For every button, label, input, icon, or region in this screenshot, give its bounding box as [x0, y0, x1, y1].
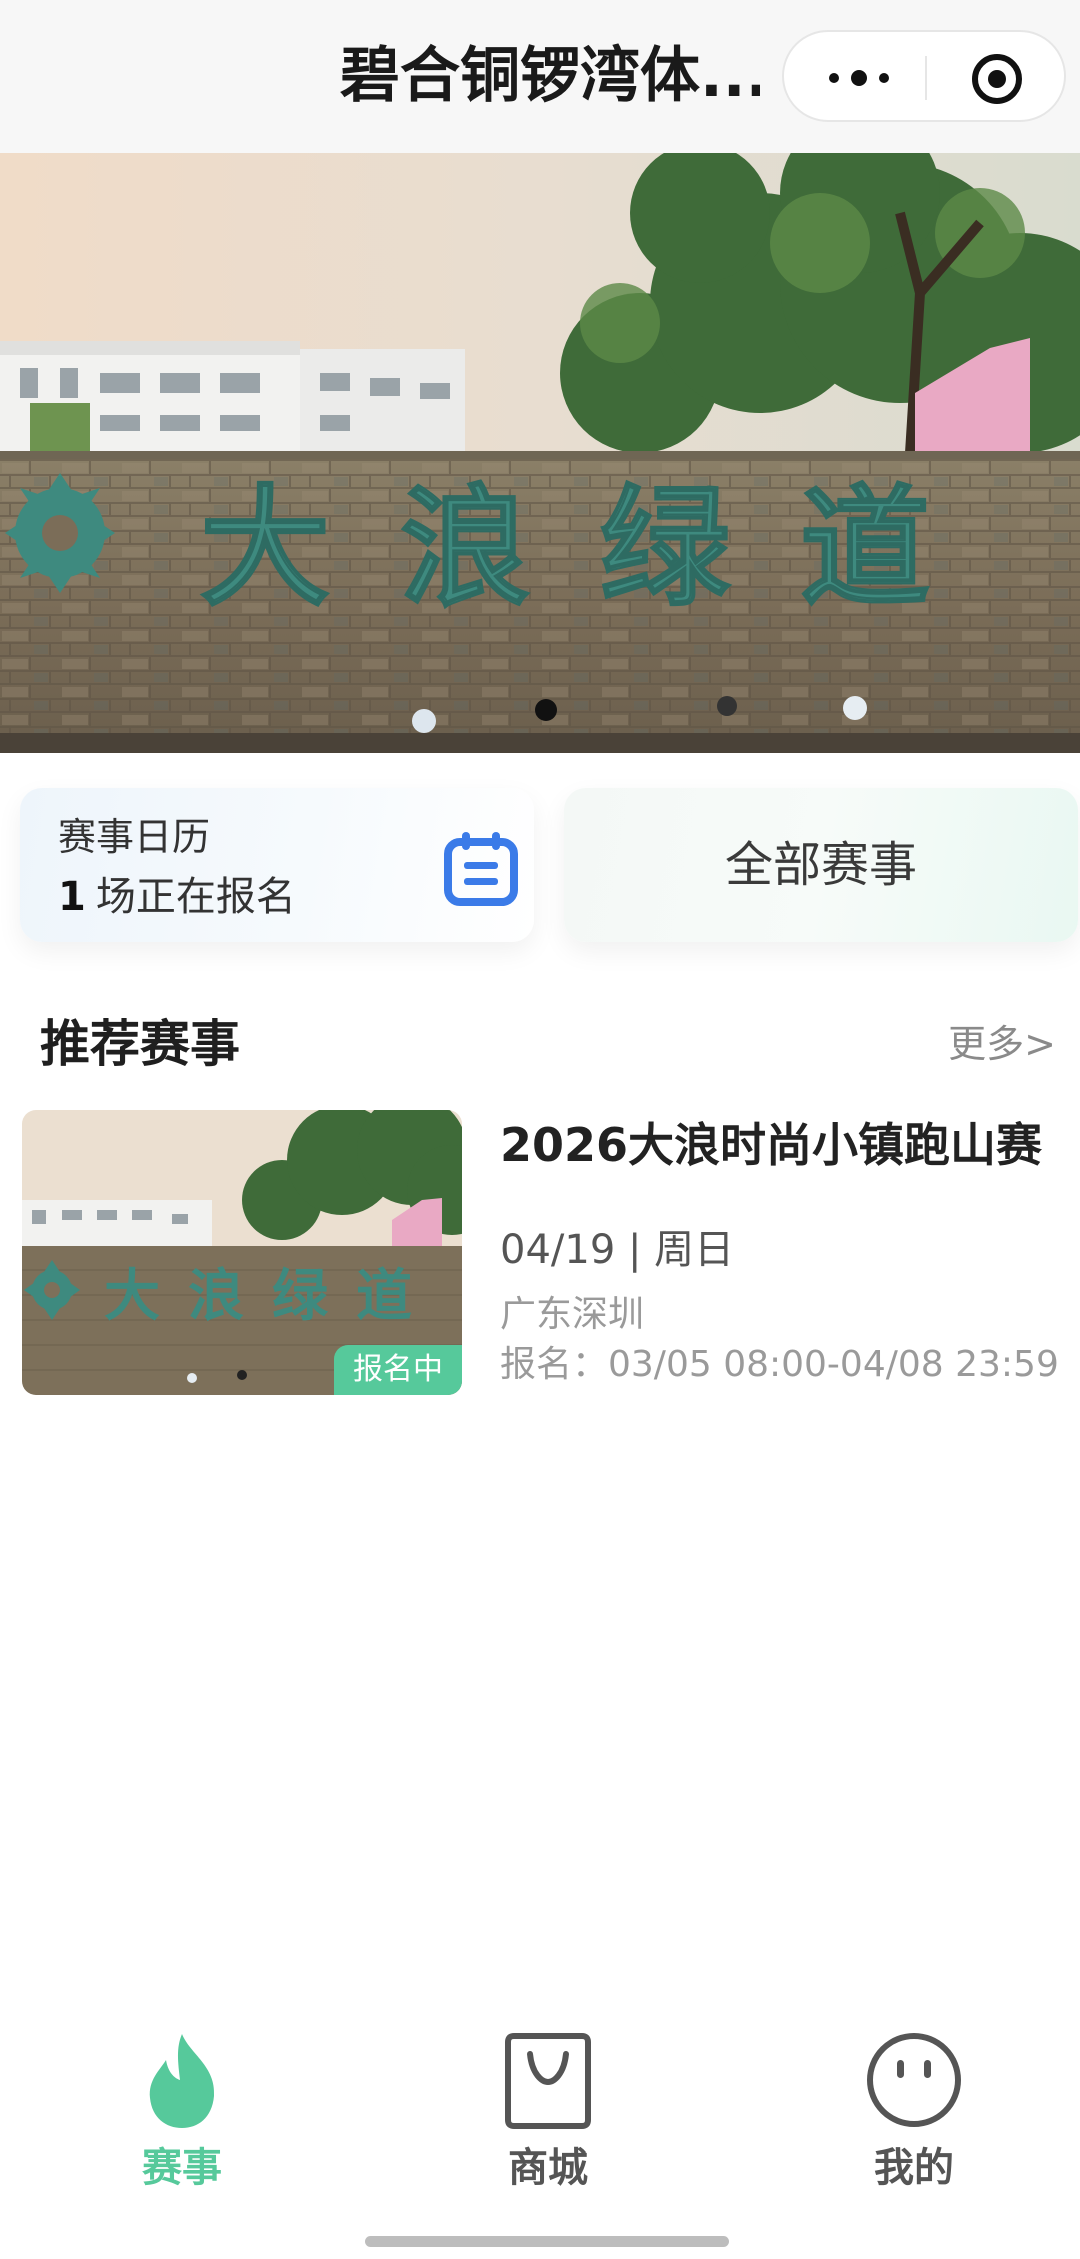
- smiley-face-icon: [864, 2030, 964, 2130]
- tab-mine-label: 我的: [874, 2145, 954, 2191]
- page-title: 碧合铜锣湾体...: [340, 41, 760, 111]
- target-circle-icon[interactable]: [970, 52, 1024, 106]
- tab-mine[interactable]: 我的: [814, 2030, 1014, 2200]
- more-link[interactable]: 更多>: [948, 1016, 1056, 1072]
- top-navigation-bar: 碧合铜锣湾体...: [0, 0, 1080, 153]
- event-thumbnail: 大浪绿道 报名中: [22, 1110, 462, 1395]
- registering-text: 场正在报名: [95, 874, 296, 920]
- banner-image[interactable]: 大浪绿道: [0, 153, 1080, 753]
- event-title: 2026大浪时尚小镇跑山赛: [500, 1118, 1043, 1172]
- tab-events-label: 赛事: [142, 2145, 222, 2191]
- registering-count: 1: [58, 874, 86, 920]
- all-events-card[interactable]: 全部赛事: [564, 788, 1078, 942]
- calendar-card-status: 1 场正在报名: [58, 870, 296, 924]
- tab-mall[interactable]: 商城: [448, 2030, 648, 2200]
- home-indicator[interactable]: [365, 2236, 729, 2247]
- thumb-sign-text: 大浪绿道: [104, 1263, 440, 1329]
- capsule-divider: [925, 56, 927, 100]
- calendar-icon: [442, 830, 520, 908]
- tab-events[interactable]: 赛事: [82, 2030, 282, 2200]
- more-dots-icon[interactable]: [824, 56, 894, 100]
- flame-icon: [132, 2030, 232, 2130]
- event-date: 04/19 | 周日: [500, 1227, 735, 1273]
- tab-mall-label: 商城: [508, 2145, 588, 2191]
- event-calendar-card[interactable]: 赛事日历 1 场正在报名: [20, 788, 534, 942]
- banner-sign-text: 大浪绿道: [200, 471, 1000, 624]
- all-events-label: 全部赛事: [724, 837, 917, 893]
- mini-program-capsule: [782, 30, 1066, 122]
- recommended-section-title: 推荐赛事: [40, 1015, 240, 1073]
- event-location: 广东深圳: [500, 1294, 645, 1335]
- event-list-item[interactable]: 大浪绿道 报名中 2026大浪时尚小镇跑山赛 04/19 | 周日 广东深圳 报…: [22, 1110, 1080, 1395]
- event-registration-period: 报名：03/05 08:00-04/08 23:59: [500, 1344, 1059, 1385]
- status-badge: 报名中: [334, 1345, 462, 1395]
- calendar-card-title: 赛事日历: [58, 815, 211, 859]
- shopping-bag-icon: [498, 2030, 598, 2130]
